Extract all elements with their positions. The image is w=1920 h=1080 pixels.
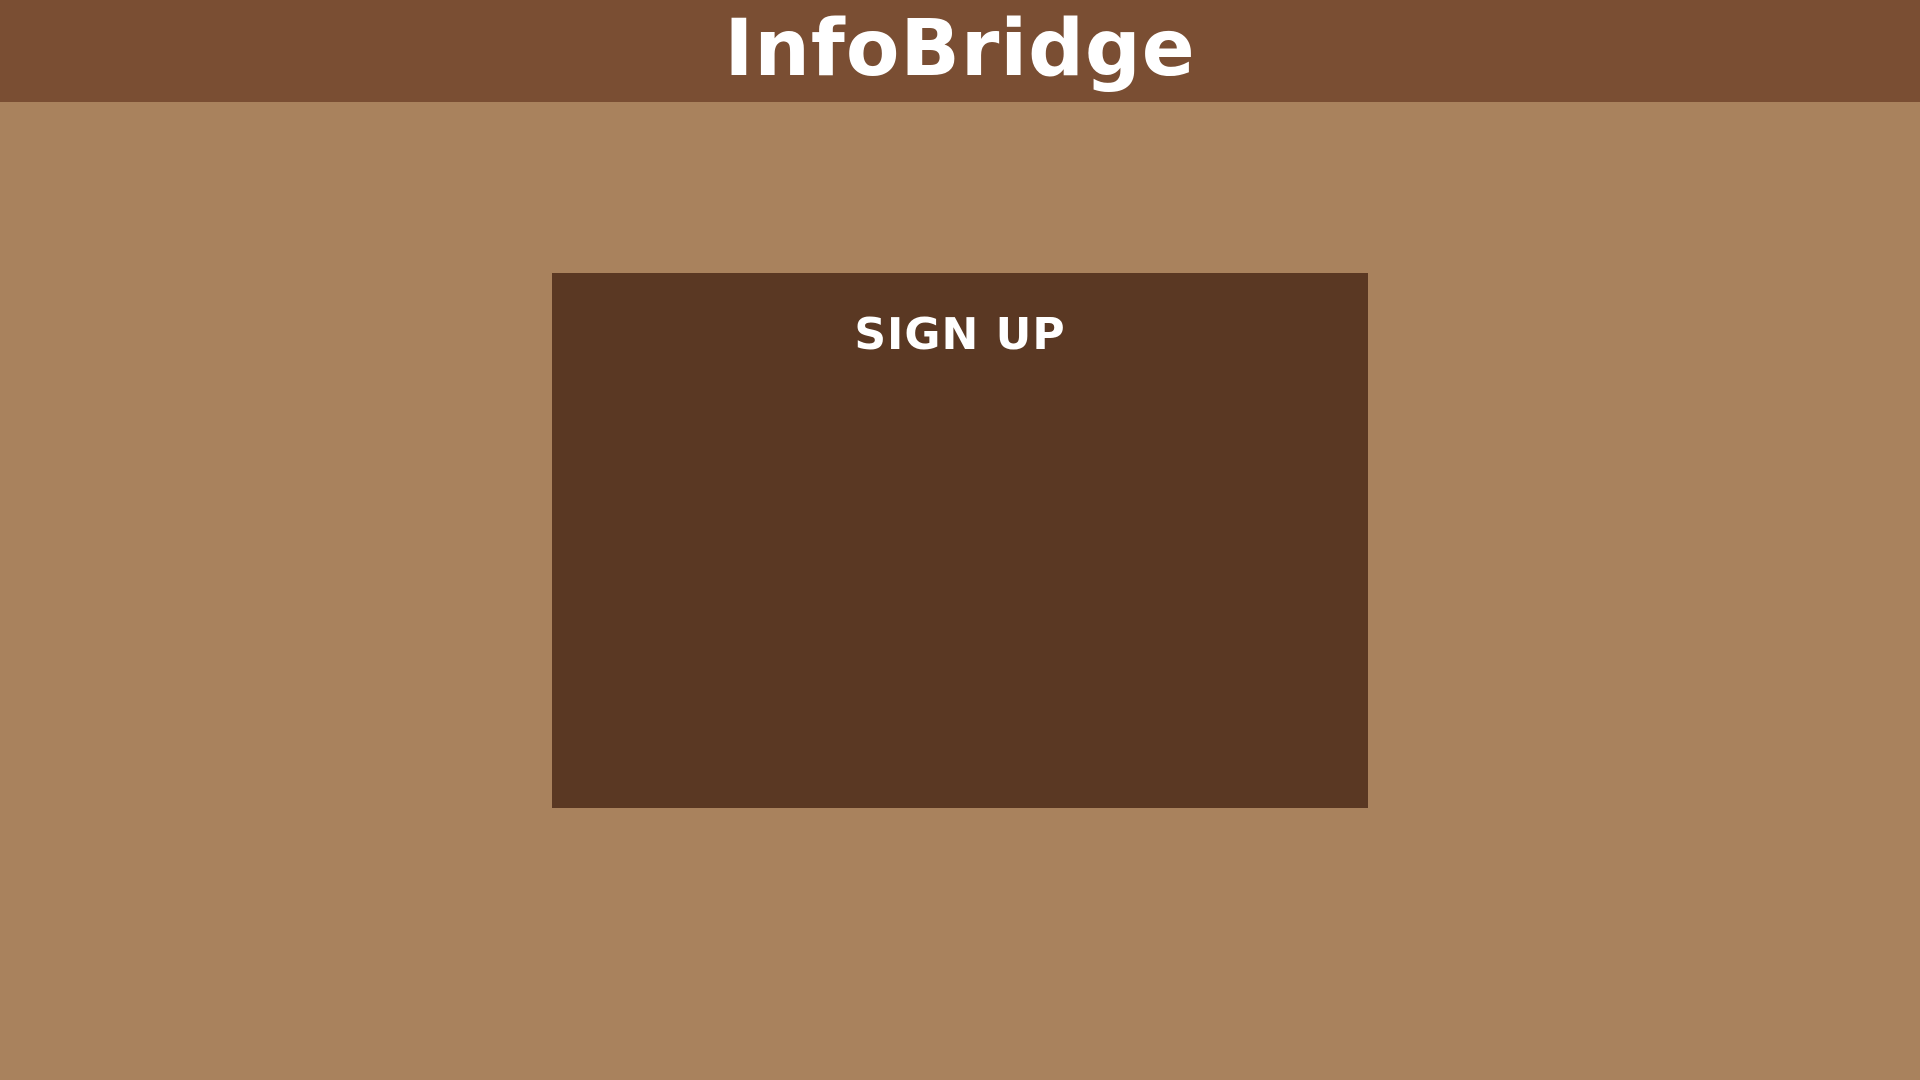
app-title: InfoBridge bbox=[724, 4, 1196, 94]
signup-title: SIGN UP bbox=[854, 309, 1066, 360]
signup-panel: SIGN UP bbox=[552, 273, 1368, 808]
app-header: InfoBridge bbox=[0, 0, 1920, 102]
main-content: SIGN UP bbox=[0, 102, 1920, 1080]
